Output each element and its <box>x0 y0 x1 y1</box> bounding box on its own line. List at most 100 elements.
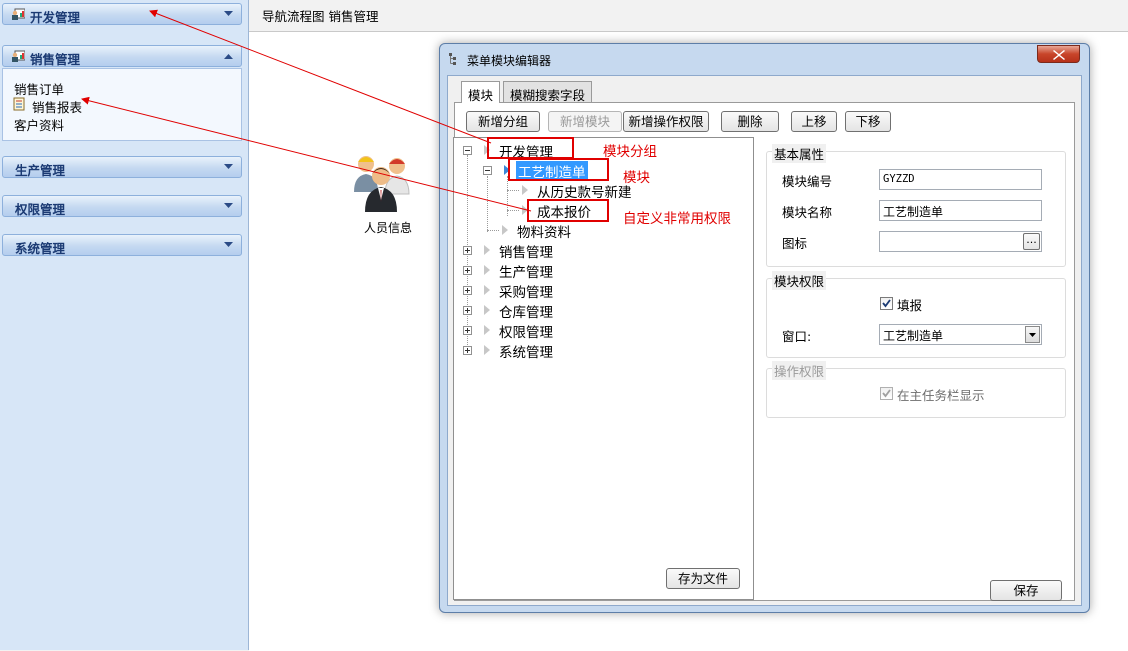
fill-report-label: 填报 <box>897 298 923 313</box>
annotation-box-module <box>508 158 609 181</box>
module-name-field[interactable]: 工艺制造单 <box>879 200 1042 221</box>
tree-menu-icon <box>449 53 456 65</box>
breadcrumb: 导航流程图 销售管理 <box>262 9 379 24</box>
tree-node-warehouse[interactable]: 仓库管理 <box>462 301 662 321</box>
tab-module[interactable]: 模块 <box>461 81 501 103</box>
node-arrow-icon <box>484 265 490 275</box>
node-arrow-icon <box>522 185 528 195</box>
add-permission-button[interactable]: 新增操作权限 <box>623 111 709 132</box>
taskbar-checkbox[interactable] <box>880 387 893 400</box>
tree-node-label: 从历史款号新建 <box>537 185 632 201</box>
people-group-icon <box>354 156 410 212</box>
annotation-box-custom <box>527 199 609 222</box>
icon-field[interactable] <box>879 231 1042 252</box>
nav-section-permission-label: 权限管理 <box>15 202 66 217</box>
module-code-label: 模块编号 <box>782 174 833 189</box>
tree-node-production[interactable]: 生产管理 <box>462 261 662 281</box>
tree-node-system[interactable]: 系统管理 <box>462 341 662 361</box>
person-chart-icon <box>12 8 25 20</box>
window-select[interactable]: 工艺制造单 <box>879 324 1042 345</box>
tree-node-label: 物料资料 <box>517 225 571 241</box>
nav-section-production[interactable]: 生产管理 <box>2 156 242 178</box>
annotation-label-group: 模块分组 <box>603 144 657 160</box>
move-down-button[interactable]: 下移 <box>845 111 891 132</box>
close-button[interactable] <box>1037 45 1080 63</box>
module-code-field[interactable]: GYZZD <box>879 169 1042 190</box>
desktop-icon-label: 人员信息 <box>363 221 412 235</box>
expand-toggle[interactable] <box>463 326 472 335</box>
window-select-value: 工艺制造单 <box>883 329 944 343</box>
move-up-button[interactable]: 上移 <box>791 111 837 132</box>
collapse-toggle[interactable] <box>483 166 492 175</box>
desktop-icon-staff-info[interactable]: 人员信息 <box>348 152 416 242</box>
module-name-label: 模块名称 <box>782 205 833 220</box>
annotation-label-custom: 自定义非常用权限 <box>623 211 731 227</box>
expand-toggle[interactable] <box>463 246 472 255</box>
tree-node-label: 仓库管理 <box>499 305 553 321</box>
collapse-toggle[interactable] <box>463 146 472 155</box>
checkmark-icon <box>882 299 891 308</box>
operation-permission-group: 操作权限 在主任务栏显示 <box>766 361 1066 418</box>
node-arrow-icon <box>484 245 490 255</box>
nav-section-sales[interactable]: 销售管理 <box>2 45 242 67</box>
operation-permission-title: 操作权限 <box>772 361 827 380</box>
tree-node-label: 系统管理 <box>499 345 553 361</box>
module-permission-title: 模块权限 <box>772 271 827 290</box>
taskbar-label: 在主任务栏显示 <box>897 388 985 403</box>
annotation-box-group <box>487 137 574 159</box>
nav-section-dev-label: 开发管理 <box>30 10 81 25</box>
dialog-title: 菜单模块编辑器 <box>467 54 552 68</box>
delete-button[interactable]: 删除 <box>721 111 779 132</box>
tree-node-label: 权限管理 <box>499 325 553 341</box>
person-chart-icon <box>12 50 25 62</box>
chevron-down-icon <box>224 203 233 208</box>
tree-node-permission[interactable]: 权限管理 <box>462 321 662 341</box>
node-arrow-icon <box>484 345 490 355</box>
browse-icon-button[interactable]: ... <box>1023 233 1040 250</box>
tree-node-sales[interactable]: 销售管理 <box>462 241 662 261</box>
close-icon <box>1053 50 1065 60</box>
sidebar: 开发管理 销售管理 销售订单 销售报表 客户资料 生产管理 权限管理 系统管理 <box>0 0 249 650</box>
add-module-button[interactable]: 新增模块 <box>548 111 622 132</box>
dialog-titlebar[interactable]: 菜单模块编辑器 <box>440 44 1089 72</box>
expand-toggle[interactable] <box>463 346 472 355</box>
chevron-down-icon <box>224 164 233 169</box>
chevron-up-icon <box>224 54 233 59</box>
nav-item-sales-order[interactable]: 销售订单 <box>14 79 64 98</box>
icon-label: 图标 <box>782 236 808 251</box>
node-arrow-icon <box>502 225 508 235</box>
tree-node-label: 生产管理 <box>499 265 553 281</box>
expand-toggle[interactable] <box>463 286 472 295</box>
basic-properties-title: 基本属性 <box>772 144 827 163</box>
chevron-down-icon <box>224 242 233 247</box>
nav-section-dev[interactable]: 开发管理 <box>2 3 242 25</box>
node-arrow-icon <box>484 305 490 315</box>
nav-section-sales-label: 销售管理 <box>30 52 81 67</box>
tab-fuzzy-search[interactable]: 模糊搜索字段 <box>503 81 593 103</box>
save-to-file-button[interactable]: 存为文件 <box>666 568 740 589</box>
nav-section-system-label: 系统管理 <box>15 241 66 256</box>
node-arrow-icon <box>484 285 490 295</box>
nav-section-system[interactable]: 系统管理 <box>2 234 242 256</box>
nav-item-sales-report[interactable]: 销售报表 <box>32 97 82 116</box>
nav-section-production-label: 生产管理 <box>15 163 66 178</box>
tree-node-label: 销售管理 <box>499 245 553 261</box>
checkmark-icon <box>882 389 891 398</box>
window-label: 窗口: <box>782 329 812 344</box>
tree-node-from-history[interactable]: 从历史款号新建 <box>502 181 702 201</box>
report-icon <box>13 97 25 111</box>
save-button[interactable]: 保存 <box>990 580 1062 601</box>
chevron-down-icon <box>224 11 233 16</box>
fill-report-checkbox[interactable] <box>880 297 893 310</box>
tree-node-purchase[interactable]: 采购管理 <box>462 281 662 301</box>
node-arrow-icon <box>484 325 490 335</box>
expand-toggle[interactable] <box>463 266 472 275</box>
tree-node-label: 采购管理 <box>499 285 553 301</box>
add-group-button[interactable]: 新增分组 <box>466 111 540 132</box>
expand-toggle[interactable] <box>463 306 472 315</box>
nav-item-customers[interactable]: 客户资料 <box>14 115 64 134</box>
annotation-label-module: 模块 <box>623 170 650 186</box>
nav-section-permission[interactable]: 权限管理 <box>2 195 242 217</box>
sales-panel: 销售订单 销售报表 客户资料 <box>2 68 242 141</box>
dropdown-button[interactable] <box>1025 326 1040 343</box>
